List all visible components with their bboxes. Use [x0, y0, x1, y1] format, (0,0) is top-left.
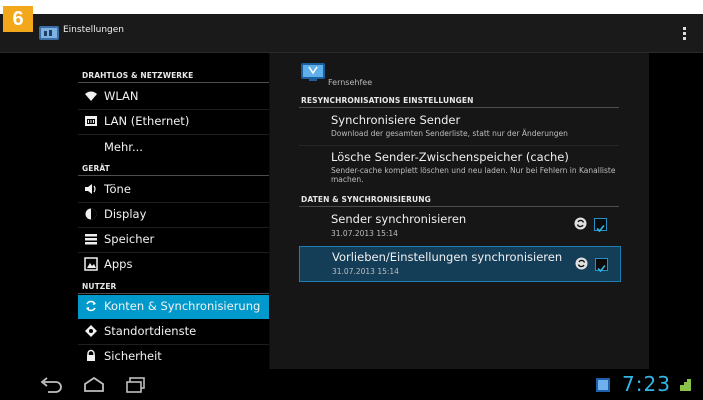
section-divider: [78, 175, 269, 176]
settings-app-icon[interactable]: [38, 24, 60, 42]
section-header-wireless: DRAHTLOS & NETZWERKE: [82, 71, 194, 80]
volume-icon: [85, 184, 96, 194]
sync-checkbox[interactable]: [595, 258, 608, 273]
last-sync-time: 31.07.2013 15:14: [331, 229, 398, 238]
nav-item-label: Mehr...: [104, 140, 143, 154]
apps-icon: [84, 257, 98, 271]
nav-item-label: Töne: [104, 182, 131, 196]
pref-clear-cache[interactable]: Lösche Sender-Zwischenspeicher (cache) S…: [299, 148, 619, 192]
nav-item-storage[interactable]: Speicher: [78, 228, 269, 252]
sync-icon: [86, 300, 96, 312]
section-divider: [299, 206, 619, 207]
overflow-menu-icon[interactable]: [682, 27, 688, 41]
ethernet-icon: [85, 116, 97, 126]
nav-item-security[interactable]: Sicherheit: [78, 345, 269, 369]
nav-item-label: LAN (Ethernet): [104, 114, 190, 128]
section-header-user: NUTZER: [82, 282, 117, 291]
sync-item-preferences[interactable]: Vorlieben/Einstellungen synchronisieren …: [299, 246, 621, 282]
action-bar: Einstellungen: [0, 14, 703, 53]
nav-item-label: Standortdienste: [104, 324, 197, 338]
nav-item-display[interactable]: Display: [78, 203, 269, 227]
pref-title: Synchronisiere Sender: [331, 113, 461, 127]
brightness-icon: [85, 208, 97, 220]
section-divider: [299, 107, 619, 108]
nav-item-wlan[interactable]: WLAN: [78, 85, 269, 109]
recent-apps-icon[interactable]: [121, 375, 151, 395]
list-divider: [299, 145, 619, 146]
nav-item-label: Konten & Synchronisierung: [104, 299, 261, 313]
back-icon[interactable]: [36, 375, 66, 395]
system-nav-bar: 7:23: [0, 369, 703, 400]
sync-checkbox[interactable]: [594, 218, 607, 233]
nav-item-label: Speicher: [104, 232, 155, 246]
tablet-screen: Einstellungen DRAHTLOS & NETZWERKE WLAN: [0, 14, 703, 400]
notification-app-icon[interactable]: [596, 378, 610, 392]
pref-sync-channels[interactable]: Synchronisiere Sender Download der gesam…: [299, 110, 619, 144]
nav-item-label: Sicherheit: [104, 349, 162, 363]
app-title: Einstellungen: [63, 25, 125, 35]
account-label: Fernsehfee: [328, 78, 373, 87]
signal-icon: [680, 379, 691, 391]
nav-item-apps[interactable]: Apps: [78, 253, 269, 277]
sync-status-icon: [574, 217, 587, 230]
location-icon: [85, 325, 97, 337]
nav-item-label: Display: [104, 207, 147, 221]
checkmark-icon: [597, 264, 606, 273]
checkmark-icon: [596, 224, 605, 233]
list-divider: [78, 134, 269, 135]
sync-item-channels[interactable]: Sender synchronisieren 31.07.2013 15:14: [299, 210, 619, 244]
section-divider: [78, 82, 269, 83]
home-icon[interactable]: [79, 375, 109, 395]
sync-status-icon: [575, 257, 588, 270]
section-header-resync: RESYNCHRONISATIONS EINSTELLUNGEN: [301, 96, 474, 105]
nav-item-accounts-sync[interactable]: Konten & Synchronisierung: [78, 295, 269, 319]
pref-title: Lösche Sender-Zwischenspeicher (cache): [331, 150, 569, 164]
nav-item-sounds[interactable]: Töne: [78, 178, 269, 202]
nav-item-label: WLAN: [104, 89, 139, 103]
settings-header-list: DRAHTLOS & NETZWERKE WLAN LAN (Ethernet): [28, 53, 269, 369]
section-divider: [78, 293, 269, 294]
nav-item-more[interactable]: Mehr...: [78, 136, 269, 160]
pref-title: Sender synchronisieren: [331, 212, 467, 226]
tv-account-icon: [301, 63, 325, 81]
status-clock: 7:23: [622, 372, 671, 396]
settings-content: DRAHTLOS & NETZWERKE WLAN LAN (Ethernet): [28, 53, 649, 369]
pref-summary: Sender-cache komplett löschen und neu la…: [331, 166, 616, 184]
storage-icon: [85, 234, 97, 245]
last-sync-time: 31.07.2013 15:14: [332, 267, 399, 276]
lock-icon: [87, 349, 95, 361]
section-header-device: GERÄT: [82, 164, 110, 173]
nav-item-ethernet[interactable]: LAN (Ethernet): [78, 110, 269, 134]
sync-settings-pane: Fernsehfee RESYNCHRONISATIONS EINSTELLUN…: [270, 53, 649, 369]
wifi-icon: [85, 91, 97, 101]
section-header-data-sync: DATEN & SYNCHRONISIERUNG: [301, 195, 431, 204]
step-number-badge: 6: [3, 6, 33, 32]
pref-title: Vorlieben/Einstellungen synchronisieren: [332, 250, 563, 264]
nav-item-location[interactable]: Standortdienste: [78, 320, 269, 344]
pref-summary: Download der gesamten Senderliste, statt…: [331, 129, 568, 138]
nav-item-label: Apps: [104, 257, 133, 271]
